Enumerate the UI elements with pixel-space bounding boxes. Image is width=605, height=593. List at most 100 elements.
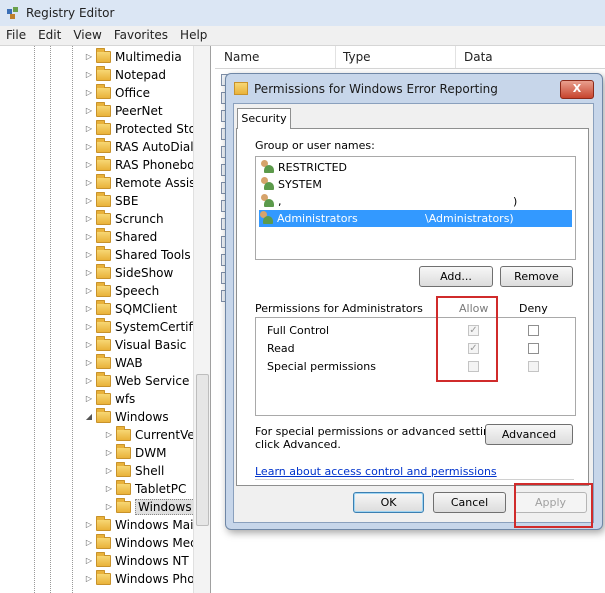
collapse-arrow-icon[interactable]: ◢ [84, 408, 94, 426]
tree-node-label: Multimedia [115, 50, 182, 64]
tab-security[interactable]: Security [237, 108, 291, 129]
expand-arrow-icon[interactable]: ▷ [84, 336, 94, 354]
expand-arrow-icon[interactable]: ▷ [84, 84, 94, 102]
tree-node-label: Windows [115, 410, 169, 424]
tree-node-label: SideShow [115, 266, 174, 280]
add-button[interactable]: Add... [419, 266, 493, 287]
tree-node[interactable]: ◢ Windows [84, 408, 169, 426]
expand-arrow-icon[interactable]: ▷ [84, 66, 94, 84]
menu-file[interactable]: File [0, 26, 32, 44]
column-type[interactable]: Type [343, 50, 371, 64]
folder-icon [96, 300, 111, 315]
ok-button[interactable]: OK [353, 492, 424, 513]
expand-arrow-icon[interactable]: ▷ [84, 228, 94, 246]
tree-scrollbar[interactable] [193, 46, 210, 593]
user-list[interactable]: RESTRICTED SYSTEM ,) Administrators \Admi… [255, 156, 576, 260]
tree-node-label: Windows Med [115, 536, 198, 550]
tree-node[interactable]: ▷ DWM [104, 444, 166, 462]
user-item-system[interactable]: SYSTEM [260, 176, 322, 193]
registry-tree[interactable]: ▷ Multimedia ▷ Notepad ▷ Office ▷ PeerNet ▷ Prote… [0, 46, 211, 593]
help-link[interactable]: Learn about access control and permissio… [255, 465, 497, 478]
tree-node[interactable]: ▷ Shared Tools [84, 246, 191, 264]
tree-node[interactable]: ▷ Visual Basic [84, 336, 186, 354]
expand-arrow-icon[interactable]: ▷ [84, 570, 94, 588]
tree-scrollbar-thumb[interactable] [196, 374, 209, 526]
remove-button[interactable]: Remove [500, 266, 573, 287]
tree-node[interactable]: ▷ SideShow [84, 264, 173, 282]
expand-arrow-icon[interactable]: ▷ [84, 210, 94, 228]
user-item-restricted[interactable]: RESTRICTED [260, 159, 347, 176]
tree-node-label: Windows Mai [115, 518, 194, 532]
tree-node[interactable]: ▷ Windows [104, 498, 195, 516]
tree-node[interactable]: ▷ Windows Med [84, 534, 198, 552]
expand-arrow-icon[interactable]: ▷ [84, 516, 94, 534]
value-list-header: Name Type Data [215, 46, 605, 69]
expand-arrow-icon[interactable]: ▷ [84, 174, 94, 192]
tree-node[interactable]: ▷ Remote Assist [84, 174, 200, 192]
tree-node[interactable]: ▷ Shared [84, 228, 157, 246]
tree-node[interactable]: ▷ Windows Mai [84, 516, 193, 534]
user-name: SYSTEM [278, 178, 322, 191]
column-name[interactable]: Name [224, 50, 259, 64]
tree-node[interactable]: ▷ Protected Sto [84, 120, 196, 138]
menu-view[interactable]: View [67, 26, 107, 44]
column-data[interactable]: Data [464, 50, 493, 64]
tree-node[interactable]: ▷ Windows NT [84, 552, 189, 570]
expand-arrow-icon[interactable]: ▷ [84, 300, 94, 318]
expand-arrow-icon[interactable]: ▷ [104, 426, 114, 444]
folder-icon [96, 228, 111, 243]
tree-node[interactable]: ▷ Scrunch [84, 210, 164, 228]
folder-icon [96, 156, 111, 171]
close-button[interactable]: X [560, 80, 594, 99]
cancel-button[interactable]: Cancel [433, 492, 506, 513]
tree-node[interactable]: ▷ Speech [84, 282, 159, 300]
menu-help[interactable]: Help [174, 26, 213, 44]
tree-node[interactable]: ▷ PeerNet [84, 102, 163, 120]
tree-node[interactable]: ▷ Multimedia [84, 48, 182, 66]
tree-node[interactable]: ▷ SBE [84, 192, 138, 210]
tree-node[interactable]: ▷ CurrentVe [104, 426, 195, 444]
tree-node[interactable]: ▷ SystemCertifi [84, 318, 196, 336]
expand-arrow-icon[interactable]: ▷ [104, 444, 114, 462]
folder-icon [96, 84, 111, 99]
user-item-redacted[interactable]: ,) [260, 193, 560, 210]
expand-arrow-icon[interactable]: ▷ [84, 372, 94, 390]
advanced-button[interactable]: Advanced [485, 424, 573, 445]
tree-node[interactable]: ▷ Shell [104, 462, 164, 480]
expand-arrow-icon[interactable]: ▷ [84, 390, 94, 408]
tree-node[interactable]: ▷ RAS AutoDial [84, 138, 194, 156]
deny-checkbox[interactable] [528, 325, 539, 336]
expand-arrow-icon[interactable]: ▷ [84, 192, 94, 210]
deny-checkbox[interactable] [528, 343, 539, 354]
tree-node[interactable]: ▷ WAB [84, 354, 143, 372]
expand-arrow-icon[interactable]: ▷ [84, 138, 94, 156]
expand-arrow-icon[interactable]: ▷ [84, 552, 94, 570]
expand-arrow-icon[interactable]: ▷ [84, 264, 94, 282]
expand-arrow-icon[interactable]: ▷ [104, 462, 114, 480]
tree-node[interactable]: ▷ RAS Phonebo [84, 156, 195, 174]
expand-arrow-icon[interactable]: ▷ [104, 498, 114, 516]
menu-favorites[interactable]: Favorites [108, 26, 174, 44]
tree-node[interactable]: ▷ wfs [84, 390, 135, 408]
expand-arrow-icon[interactable]: ▷ [84, 246, 94, 264]
user-name-suffix: ) [513, 195, 518, 208]
expand-arrow-icon[interactable]: ▷ [84, 120, 94, 138]
tree-node[interactable]: ▷ Office [84, 84, 150, 102]
tree-node[interactable]: ▷ Web Service P [84, 372, 200, 390]
expand-arrow-icon[interactable]: ▷ [84, 318, 94, 336]
expand-arrow-icon[interactable]: ▷ [84, 534, 94, 552]
column-divider [455, 46, 456, 68]
user-item-administrators[interactable]: Administrators \Administrators) [259, 210, 572, 227]
menu-edit[interactable]: Edit [32, 26, 67, 44]
expand-arrow-icon[interactable]: ▷ [104, 480, 114, 498]
expand-arrow-icon[interactable]: ▷ [84, 102, 94, 120]
expand-arrow-icon[interactable]: ▷ [84, 48, 94, 66]
deny-checkbox[interactable] [528, 361, 539, 372]
expand-arrow-icon[interactable]: ▷ [84, 354, 94, 372]
tree-node[interactable]: ▷ TabletPC [104, 480, 186, 498]
tree-node[interactable]: ▷ Windows Pho [84, 570, 195, 588]
expand-arrow-icon[interactable]: ▷ [84, 282, 94, 300]
expand-arrow-icon[interactable]: ▷ [84, 156, 94, 174]
tree-node[interactable]: ▷ SQMClient [84, 300, 177, 318]
tree-node[interactable]: ▷ Notepad [84, 66, 166, 84]
